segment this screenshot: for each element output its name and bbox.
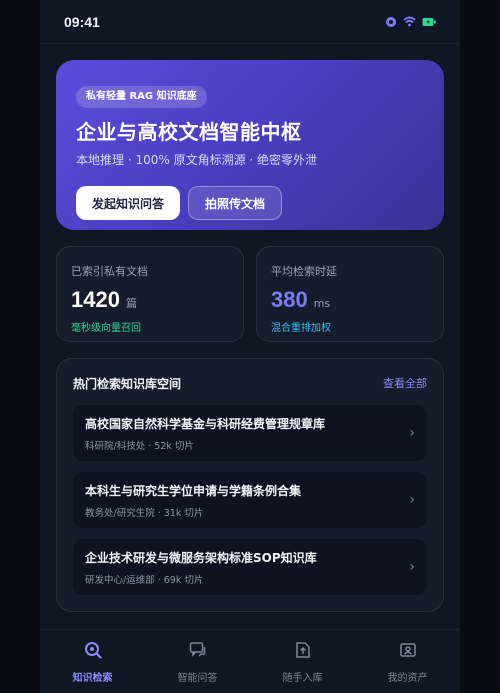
wifi-icon (403, 16, 416, 27)
profile-icon (399, 641, 417, 663)
location-icon (385, 16, 397, 28)
status-icons (385, 16, 436, 28)
tab-label: 知识检索 (72, 673, 113, 684)
list-item-meta: 科研院/科技处 · 52k 切片 (85, 440, 194, 452)
tab-knowledge-search[interactable]: 知识检索 (53, 641, 133, 684)
tab-quick-import[interactable]: 随手入库 (263, 641, 343, 684)
stat-label: 已索引私有文档 (71, 265, 148, 278)
list-item-title: 高校国家自然科学基金与科研经费管理规章库 (85, 416, 326, 431)
stat-card-latency: 平均检索时延 380 ms 混合重排加权 (256, 246, 444, 342)
battery-icon (422, 17, 436, 27)
tab-label: 智能问答 (177, 673, 218, 684)
stat-unit: 篇 (125, 297, 137, 310)
view-all-link[interactable]: 查看全部 (383, 375, 427, 391)
chat-icon (189, 641, 207, 663)
chevron-right-icon: › (409, 492, 415, 508)
list-item-meta: 教务处/研究生院 · 31k 切片 (85, 507, 204, 519)
search-icon (84, 641, 102, 663)
stat-card-indexed-docs: 已索引私有文档 1420 篇 毫秒级向量召回 (56, 246, 244, 342)
list-item-title: 企业技术研发与微服务架构标准SOP知识库 (85, 550, 317, 565)
chevron-right-icon: › (409, 425, 415, 441)
knowledge-base-list: 高校国家自然科学基金与科研经费管理规章库 科研院/科技处 · 52k 切片 › … (73, 405, 427, 595)
stats-row: 已索引私有文档 1420 篇 毫秒级向量召回 平均检索时延 380 ms 混合重… (56, 246, 444, 342)
hero-title: 企业与高校文档智能中枢 (76, 120, 302, 144)
hero-actions: 发起知识问答 拍照传文档 (76, 186, 424, 220)
tab-my-assets[interactable]: 我的资产 (368, 641, 448, 684)
knowledge-base-section: 热门检索知识库空间 查看全部 高校国家自然科学基金与科研经费管理规章库 科研院/… (56, 358, 444, 612)
bottom-tab-bar: 知识检索 智能问答 随手入库 我的资产 (40, 629, 460, 693)
stat-value: 380 (271, 287, 308, 312)
list-item[interactable]: 本科生与研究生学位申请与学籍条例合集 教务处/研究生院 · 31k 切片 › (73, 472, 427, 528)
hero-subtitle: 本地推理 · 100% 原文角标溯源 · 绝密零外泄 (76, 153, 318, 167)
stat-note: 混合重排加权 (271, 323, 331, 334)
tab-label: 我的资产 (387, 673, 428, 684)
section-header: 热门检索知识库空间 查看全部 (73, 375, 427, 391)
hero-banner: 私有轻量 RAG 知识底座 企业与高校文档智能中枢 本地推理 · 100% 原文… (56, 60, 444, 230)
hero-badge: 私有轻量 RAG 知识底座 (76, 86, 207, 108)
tab-smart-qa[interactable]: 智能问答 (158, 641, 238, 684)
status-bar: 09:41 (40, 0, 460, 44)
list-item[interactable]: 企业技术研发与微服务架构标准SOP知识库 研发中心/运维部 · 69k 切片 › (73, 539, 427, 595)
phone-screen: 09:41 私有轻量 RAG 知识底座 企业与高校文档智能中枢 本地推理 · 1… (40, 0, 460, 693)
list-item-title: 本科生与研究生学位申请与学籍条例合集 (85, 483, 302, 498)
photo-upload-button[interactable]: 拍照传文档 (188, 186, 283, 220)
upload-icon (294, 641, 312, 663)
chevron-right-icon: › (409, 559, 415, 575)
start-qa-button[interactable]: 发起知识问答 (76, 186, 181, 220)
list-item-meta: 研发中心/运维部 · 69k 切片 (85, 574, 204, 586)
section-title: 热门检索知识库空间 (73, 376, 182, 391)
tab-label: 随手入库 (282, 673, 323, 684)
status-time: 09:41 (64, 13, 100, 30)
list-item[interactable]: 高校国家自然科学基金与科研经费管理规章库 科研院/科技处 · 52k 切片 › (73, 405, 427, 461)
stat-note: 毫秒级向量召回 (71, 323, 141, 334)
stat-label: 平均检索时延 (271, 265, 337, 278)
stat-value: 1420 (71, 287, 120, 312)
stat-unit: ms (313, 297, 331, 310)
